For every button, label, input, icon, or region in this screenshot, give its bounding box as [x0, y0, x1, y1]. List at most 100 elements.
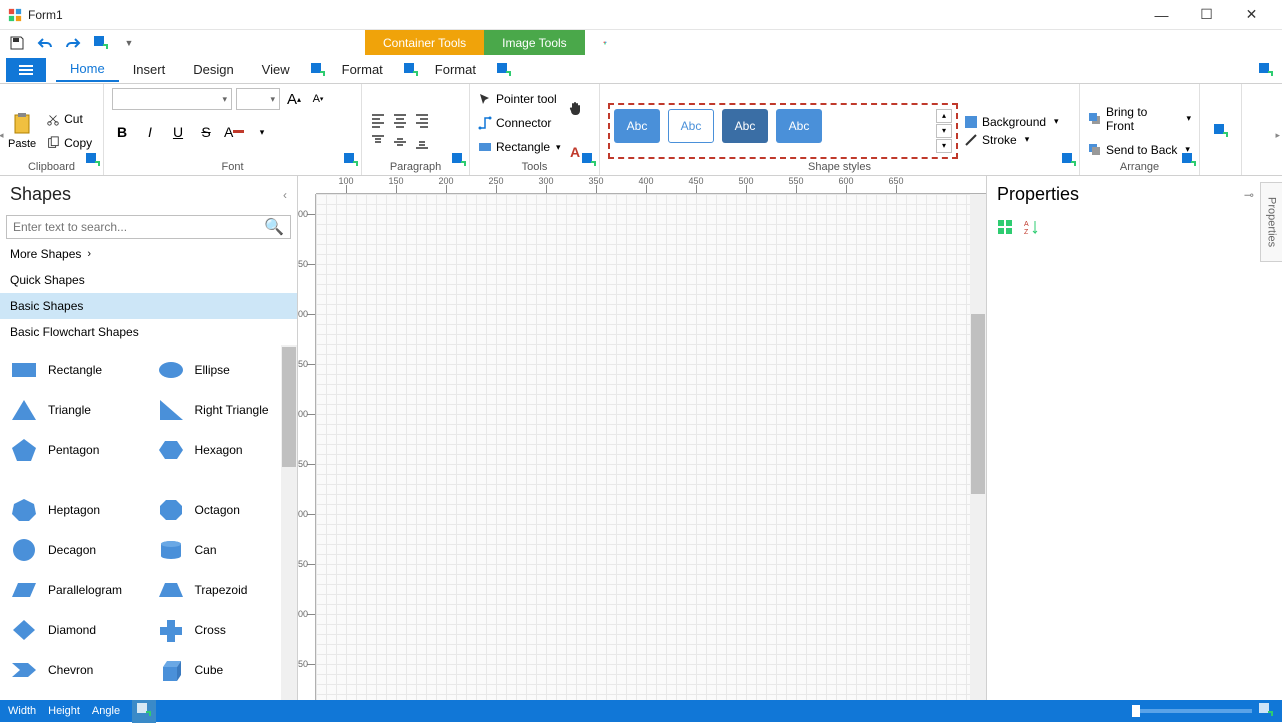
pan-tool-icon[interactable]: [567, 100, 585, 118]
tab-design[interactable]: Design: [179, 58, 247, 81]
alphabetical-view-icon[interactable]: AZ: [1021, 217, 1041, 237]
shapes-search[interactable]: 🔍: [6, 215, 291, 239]
italic-button[interactable]: I: [140, 122, 160, 142]
app-icon: [8, 8, 22, 22]
shape-label: Cube: [195, 663, 224, 677]
shape-item-ellipse[interactable]: Ellipse: [151, 351, 294, 389]
shape-item-hexagon[interactable]: Hexagon: [151, 431, 294, 469]
valign-middle-icon[interactable]: [392, 134, 408, 150]
send-to-back-button[interactable]: Send to Back▾: [1088, 143, 1191, 157]
close-button[interactable]: ✕: [1229, 0, 1274, 30]
gallery-scroll[interactable]: ▴▾▾: [936, 109, 952, 153]
tab-badge-3[interactable]: [494, 60, 514, 80]
strike-button[interactable]: S: [196, 122, 216, 142]
tab-format-1[interactable]: Format: [328, 58, 397, 81]
align-left-icon[interactable]: [370, 112, 386, 128]
shapes-scrollbar[interactable]: [281, 345, 297, 700]
shape-label: Heptagon: [48, 503, 100, 517]
styles-launcher-icon[interactable]: [1061, 152, 1077, 173]
shape-item-right-triangle[interactable]: Right Triangle: [151, 391, 294, 429]
style-swatch-2[interactable]: Abc: [668, 109, 714, 143]
style-swatch-1[interactable]: Abc: [614, 109, 660, 143]
search-icon[interactable]: 🔍: [264, 217, 284, 237]
ribbon-scroll-right-icon[interactable]: ▸: [1275, 130, 1280, 141]
tab-badge-2[interactable]: [401, 60, 421, 80]
tab-view[interactable]: View: [248, 58, 304, 81]
shape-item-rectangle[interactable]: Rectangle: [4, 351, 147, 389]
ribbon-collapse-icon[interactable]: [1256, 60, 1276, 80]
minimize-button[interactable]: —: [1139, 0, 1184, 30]
canvas[interactable]: [316, 194, 986, 700]
shape-item-cross[interactable]: Cross: [151, 611, 294, 649]
ribbon-scroll-left-icon[interactable]: ◂: [0, 130, 4, 141]
arrange-launcher-icon[interactable]: [1181, 152, 1197, 173]
shape-item-octagon[interactable]: Octagon: [151, 491, 294, 529]
shape-label: Pentagon: [48, 443, 99, 457]
qat-dropdown-icon[interactable]: ▼: [118, 32, 140, 54]
shape-item-diamond[interactable]: Diamond: [4, 611, 147, 649]
group-overflow: [1200, 84, 1242, 175]
style-swatch-4[interactable]: Abc: [776, 109, 822, 143]
valign-top-icon[interactable]: [370, 134, 386, 150]
shape-item-cube[interactable]: Cube: [151, 651, 294, 689]
tab-insert[interactable]: Insert: [119, 58, 180, 81]
context-badge-icon[interactable]: [585, 30, 625, 55]
redo-icon[interactable]: [62, 32, 84, 54]
canvas-scrollbar[interactable]: [970, 194, 986, 700]
save-icon[interactable]: [6, 32, 28, 54]
shrink-font-icon[interactable]: A▾: [308, 89, 328, 109]
align-right-icon[interactable]: [414, 112, 430, 128]
valign-bottom-icon[interactable]: [414, 134, 430, 150]
basic-shapes-category[interactable]: Basic Shapes: [0, 293, 297, 319]
shape-item-can[interactable]: Can: [151, 531, 294, 569]
connector-tool-button[interactable]: Connector: [478, 112, 561, 134]
clipboard-launcher-icon[interactable]: [85, 152, 101, 173]
more-shapes-category[interactable]: More Shapes›: [0, 241, 297, 267]
file-tab[interactable]: [6, 58, 46, 82]
font-family-combo[interactable]: ▾: [112, 88, 232, 110]
undo-icon[interactable]: [34, 32, 56, 54]
maximize-button[interactable]: ☐: [1184, 0, 1229, 30]
bring-to-front-button[interactable]: Bring to Front▾: [1088, 105, 1191, 133]
tab-home[interactable]: Home: [56, 57, 119, 82]
underline-button[interactable]: U: [168, 122, 188, 142]
tab-format-2[interactable]: Format: [421, 58, 490, 81]
tools-launcher-icon[interactable]: [581, 152, 597, 173]
font-launcher-icon[interactable]: [343, 152, 359, 173]
flowchart-shapes-category[interactable]: Basic Flowchart Shapes: [0, 319, 297, 345]
overflow-badge-icon[interactable]: [1213, 123, 1229, 139]
bold-button[interactable]: B: [112, 122, 132, 142]
shape-item-heptagon[interactable]: Heptagon: [4, 491, 147, 529]
pin-icon[interactable]: ⊸: [1244, 188, 1254, 202]
shape-icon: [155, 657, 187, 683]
rectangle-tool-button[interactable]: Rectangle▾: [478, 136, 561, 158]
background-button[interactable]: Background▾: [964, 115, 1059, 129]
zoom-slider[interactable]: [1132, 709, 1252, 713]
cut-button[interactable]: Cut: [42, 108, 96, 130]
shape-item-pentagon[interactable]: Pentagon: [4, 431, 147, 469]
shape-item-triangle[interactable]: Triangle: [4, 391, 147, 429]
shape-item-trapezoid[interactable]: Trapezoid: [151, 571, 294, 609]
pointer-tool-button[interactable]: Pointer tool: [478, 88, 561, 110]
categorized-view-icon[interactable]: [995, 217, 1015, 237]
stroke-button[interactable]: Stroke▾: [964, 133, 1059, 147]
style-swatch-3[interactable]: Abc: [722, 109, 768, 143]
shape-item-parallelogram[interactable]: Parallelogram: [4, 571, 147, 609]
qat-badge-icon[interactable]: [90, 32, 112, 54]
status-badge-right-icon[interactable]: [1258, 702, 1274, 721]
font-color-dropdown-icon[interactable]: ▾: [252, 122, 272, 142]
copy-button[interactable]: Copy: [42, 132, 96, 154]
shapes-collapse-icon[interactable]: ‹: [283, 188, 287, 202]
align-center-icon[interactable]: [392, 112, 408, 128]
status-badge-icon[interactable]: [132, 700, 156, 723]
grow-font-icon[interactable]: A▴: [284, 89, 304, 109]
shapes-search-input[interactable]: [13, 220, 264, 234]
quick-shapes-category[interactable]: Quick Shapes: [0, 267, 297, 293]
shape-item-chevron[interactable]: Chevron: [4, 651, 147, 689]
paragraph-launcher-icon[interactable]: [451, 152, 467, 173]
properties-side-tab[interactable]: Properties: [1260, 182, 1282, 262]
tab-badge-1[interactable]: [308, 60, 328, 80]
font-size-combo[interactable]: ▾: [236, 88, 280, 110]
font-color-button[interactable]: A: [224, 122, 244, 142]
shape-item-decagon[interactable]: Decagon: [4, 531, 147, 569]
